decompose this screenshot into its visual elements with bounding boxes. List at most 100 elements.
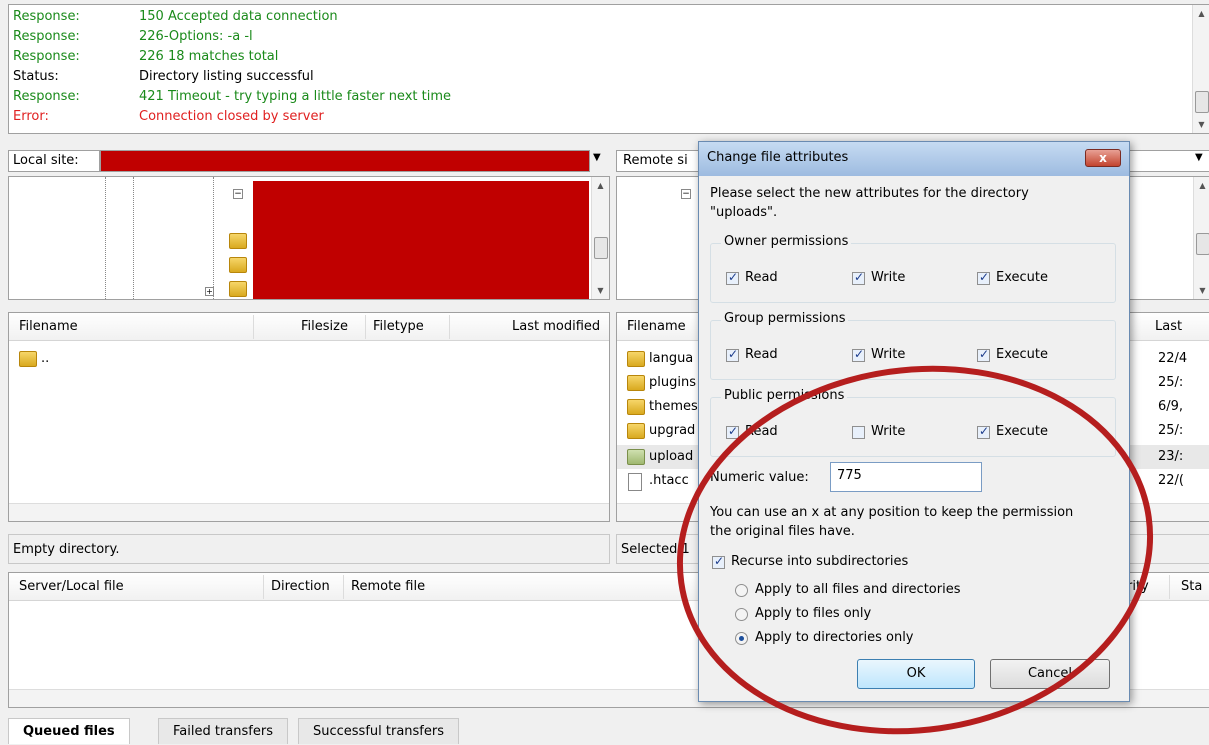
hint-line2: the original files have. bbox=[710, 524, 855, 539]
local-status: Empty directory. bbox=[8, 534, 610, 564]
folder-icon bbox=[229, 257, 247, 273]
col-server-local-file[interactable]: Server/Local file bbox=[19, 579, 124, 594]
group-label: Public permissions bbox=[721, 388, 848, 403]
scroll-thumb[interactable] bbox=[1195, 91, 1209, 113]
list-item[interactable]: .htacc bbox=[649, 473, 689, 488]
remote-tree-scrollbar[interactable]: ▲ ▼ bbox=[1193, 177, 1209, 299]
radio-all-label: Apply to all files and directories bbox=[755, 582, 961, 597]
public-write-checkbox[interactable] bbox=[852, 426, 865, 439]
scroll-thumb[interactable] bbox=[1196, 233, 1209, 255]
radio-all-files-dirs[interactable] bbox=[735, 584, 748, 597]
list-item[interactable]: themes bbox=[649, 399, 698, 414]
col-filename[interactable]: Filename bbox=[627, 319, 686, 334]
local-tree[interactable]: − + ▲ ▼ bbox=[8, 176, 610, 300]
list-item[interactable]: upgrad bbox=[649, 423, 695, 438]
expand-icon[interactable]: + bbox=[205, 287, 214, 296]
col-priority[interactable]: rity bbox=[1127, 579, 1149, 594]
list-item-date: 6/9, bbox=[1158, 399, 1184, 414]
group-read-label: Read bbox=[745, 347, 778, 362]
owner-write-checkbox[interactable] bbox=[852, 270, 865, 285]
public-write-label: Write bbox=[871, 424, 906, 439]
local-site-label: Local site: bbox=[8, 150, 100, 172]
hint-line1: You can use an x at any position to keep… bbox=[710, 505, 1074, 520]
folder-icon bbox=[627, 399, 645, 415]
collapse-icon[interactable]: − bbox=[681, 189, 691, 199]
redacted-area bbox=[253, 181, 589, 299]
folder-icon bbox=[19, 351, 37, 367]
radio-dirs-only[interactable] bbox=[735, 632, 748, 645]
list-item-date: 22/4 bbox=[1158, 351, 1188, 366]
radio-files-only[interactable] bbox=[735, 608, 748, 621]
scroll-thumb[interactable] bbox=[594, 237, 608, 259]
local-site-bar: Local site: ▼ bbox=[8, 146, 610, 174]
collapse-icon[interactable]: − bbox=[233, 189, 243, 199]
folder-icon bbox=[627, 423, 645, 439]
folder-icon bbox=[627, 351, 645, 367]
group-execute-label: Execute bbox=[996, 347, 1048, 362]
recurse-checkbox[interactable] bbox=[712, 554, 725, 569]
owner-read-label: Read bbox=[745, 270, 778, 285]
local-list-hscroll[interactable] bbox=[9, 503, 609, 521]
scroll-up-icon[interactable]: ▲ bbox=[1194, 181, 1209, 190]
tab-failed-transfers[interactable]: Failed transfers bbox=[158, 718, 288, 744]
col-filesize[interactable]: Filesize bbox=[301, 319, 348, 334]
dialog-titlebar[interactable]: Change file attributes x bbox=[699, 142, 1129, 176]
col-filename[interactable]: Filename bbox=[19, 319, 78, 334]
list-item-date: 25/: bbox=[1158, 375, 1184, 390]
cancel-button[interactable]: Cancel bbox=[990, 659, 1110, 689]
list-item[interactable]: langua bbox=[649, 351, 693, 366]
scroll-down-icon[interactable]: ▼ bbox=[1194, 286, 1209, 295]
ok-button[interactable]: OK bbox=[857, 659, 975, 689]
owner-execute-label: Execute bbox=[996, 270, 1048, 285]
tree-line bbox=[133, 177, 134, 299]
chevron-down-icon[interactable]: ▼ bbox=[593, 152, 601, 163]
col-remote-file[interactable]: Remote file bbox=[351, 579, 425, 594]
tree-line bbox=[105, 177, 106, 299]
public-read-label: Read bbox=[745, 424, 778, 439]
group-read-checkbox[interactable] bbox=[726, 347, 739, 362]
group-execute-checkbox[interactable] bbox=[977, 347, 990, 362]
public-read-checkbox[interactable] bbox=[726, 424, 739, 439]
radio-dirs-label: Apply to directories only bbox=[755, 630, 914, 645]
public-execute-checkbox[interactable] bbox=[977, 424, 990, 439]
radio-files-label: Apply to files only bbox=[755, 606, 872, 621]
parent-dir-entry[interactable]: .. bbox=[41, 351, 49, 366]
scroll-up-icon[interactable]: ▲ bbox=[592, 181, 609, 190]
group-write-label: Write bbox=[871, 347, 906, 362]
numeric-value-input[interactable]: 775 bbox=[830, 462, 982, 492]
public-execute-label: Execute bbox=[996, 424, 1048, 439]
col-last-modified[interactable]: Last modified bbox=[512, 319, 600, 334]
tab-queued-files[interactable]: Queued files bbox=[8, 718, 130, 744]
folder-icon bbox=[627, 449, 645, 465]
scroll-up-icon[interactable]: ▲ bbox=[1193, 9, 1209, 18]
scroll-down-icon[interactable]: ▼ bbox=[592, 286, 609, 295]
col-direction[interactable]: Direction bbox=[271, 579, 330, 594]
dialog-intro-line1: Please select the new attributes for the… bbox=[710, 186, 1029, 201]
folder-icon bbox=[229, 281, 247, 297]
group-write-checkbox[interactable] bbox=[852, 347, 865, 362]
col-last[interactable]: Last bbox=[1155, 319, 1182, 334]
local-file-list[interactable]: Filename Filesize Filetype Last modified… bbox=[8, 312, 610, 522]
dialog-intro-line2: "uploads". bbox=[710, 205, 778, 220]
list-item-date: 23/: bbox=[1158, 449, 1184, 464]
log-scrollbar[interactable]: ▲ ▼ bbox=[1192, 5, 1209, 133]
folder-icon bbox=[627, 375, 645, 391]
owner-write-label: Write bbox=[871, 270, 906, 285]
folder-icon bbox=[229, 233, 247, 249]
close-icon[interactable]: x bbox=[1085, 149, 1121, 167]
col-status[interactable]: Sta bbox=[1181, 579, 1202, 594]
tab-successful-transfers[interactable]: Successful transfers bbox=[298, 718, 460, 744]
chevron-down-icon[interactable]: ▼ bbox=[1195, 152, 1203, 163]
local-list-header: Filename Filesize Filetype Last modified bbox=[9, 313, 609, 341]
owner-read-checkbox[interactable] bbox=[726, 270, 739, 285]
col-filetype[interactable]: Filetype bbox=[373, 319, 424, 334]
recurse-label: Recurse into subdirectories bbox=[731, 554, 909, 569]
owner-execute-checkbox[interactable] bbox=[977, 270, 990, 285]
local-path-combo[interactable] bbox=[100, 150, 590, 172]
list-item[interactable]: plugins bbox=[649, 375, 696, 390]
local-tree-scrollbar[interactable]: ▲ ▼ bbox=[591, 177, 609, 299]
list-item[interactable]: upload bbox=[649, 449, 693, 464]
scroll-down-icon[interactable]: ▼ bbox=[1193, 120, 1209, 129]
list-item-date: 22/( bbox=[1158, 473, 1184, 488]
numeric-value-label: Numeric value: bbox=[710, 470, 809, 485]
